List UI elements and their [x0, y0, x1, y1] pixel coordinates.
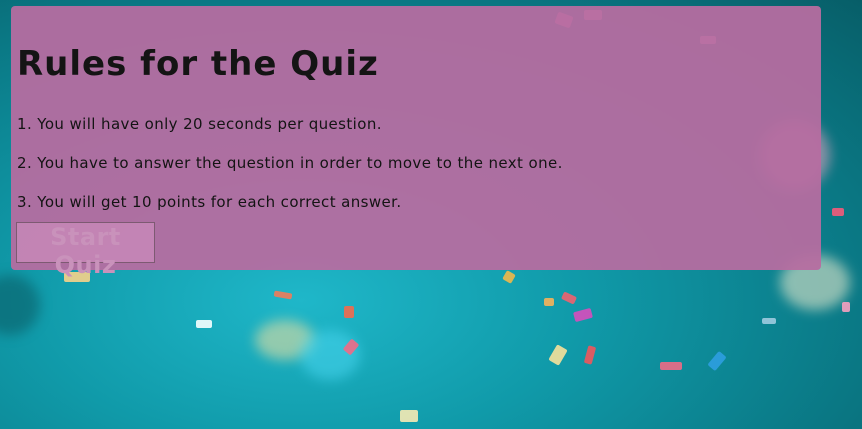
- bokeh-light: [0, 275, 40, 335]
- confetti-piece: [342, 338, 360, 356]
- confetti-piece: [762, 318, 776, 324]
- start-quiz-button[interactable]: Start Quiz: [16, 222, 155, 279]
- confetti-piece: [273, 290, 293, 300]
- confetti-piece: [707, 350, 727, 372]
- confetti-piece: [548, 344, 568, 366]
- confetti-piece: [832, 208, 844, 216]
- rule-item: 2. You have to answer the question in or…: [17, 154, 563, 172]
- confetti-piece: [196, 320, 212, 328]
- confetti-piece: [583, 345, 597, 365]
- bokeh-light: [300, 330, 360, 380]
- rule-item: 1. You will have only 20 seconds per que…: [17, 115, 382, 133]
- confetti-piece: [560, 291, 578, 305]
- confetti-piece: [573, 307, 593, 323]
- confetti-piece: [502, 270, 516, 284]
- confetti-piece: [344, 306, 354, 318]
- confetti-piece: [544, 298, 554, 306]
- confetti-piece: [842, 302, 850, 312]
- rule-item: 3. You will get 10 points for each corre…: [17, 193, 402, 211]
- quiz-rules-card: Rules for the Quiz 1. You will have only…: [11, 6, 821, 279]
- confetti-piece: [660, 362, 682, 370]
- bokeh-light: [255, 320, 315, 360]
- rules-title: Rules for the Quiz: [17, 44, 379, 84]
- confetti-piece: [400, 410, 418, 422]
